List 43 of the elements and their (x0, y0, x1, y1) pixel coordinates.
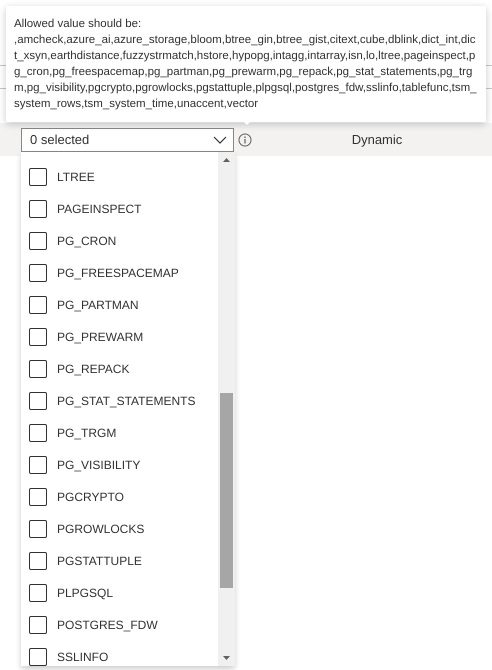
type-cell-text: Dynamic (350, 132, 404, 147)
scroll-down-icon[interactable] (223, 656, 230, 660)
option-item[interactable]: PG_PARTMAN (21, 289, 218, 321)
option-item[interactable]: LTREE (21, 161, 218, 193)
checkbox[interactable] (29, 520, 47, 538)
checkbox[interactable] (29, 296, 47, 314)
checkbox[interactable] (29, 616, 47, 634)
checkbox[interactable] (29, 648, 47, 666)
scroll-up-icon[interactable] (223, 158, 230, 162)
option-item[interactable]: SSLINFO (21, 641, 218, 666)
tooltip-text: ,amcheck,azure_ai,azure_storage,bloom,btree_gin,btree_gist,citext,cube,dblink,dict_int,dict_xsyn,earthdistance,fuzzystrmatch,hstore,hypopg,intagg,intarray,isn,lo,ltree,pageinspect,pg_cron,pg_freespacemap,pg_partman,pg_prewarm,pg_repack,pg_stat_statements,pg_trgm,pg_visibility,pgcrypto,pgrowlocks,pgstattuple,plpgsql,postgres_fdw,sslinfo,tablefunc,tsm_system_rows,tsm_system_time,unaccent,vector (14, 33, 477, 112)
tooltip-title: Allowed value should be: (14, 17, 142, 32)
dropdown-value: 0 selected (30, 132, 90, 147)
checkbox[interactable] (29, 456, 47, 474)
scrollbar[interactable] (218, 152, 235, 666)
checkbox[interactable] (29, 584, 47, 602)
option-item[interactable]: PGCRYPTO (21, 481, 218, 513)
checkbox[interactable] (29, 360, 47, 378)
option-item[interactable]: PG_TRGM (21, 417, 218, 449)
scrollbar-thumb[interactable] (220, 393, 233, 588)
chevron-down-icon (213, 136, 227, 144)
checkbox[interactable] (29, 232, 47, 250)
option-item[interactable]: POSTGRES_FDW (21, 609, 218, 641)
checkbox[interactable] (29, 264, 47, 282)
option-item[interactable]: PGSTATTUPLE (21, 545, 218, 577)
option-item[interactable]: PG_PREWARM (21, 321, 218, 353)
option-item[interactable]: PGROWLOCKS (21, 513, 218, 545)
checkbox[interactable] (29, 424, 47, 442)
option-item[interactable]: PG_CRON (21, 225, 218, 257)
option-item[interactable]: PLPGSQL (21, 577, 218, 609)
checkbox[interactable] (29, 488, 47, 506)
option-item[interactable]: PG_STAT_STATEMENTS (21, 385, 218, 417)
checkbox[interactable] (29, 552, 47, 570)
checkbox[interactable] (29, 200, 47, 218)
option-item[interactable]: PG_REPACK (21, 353, 218, 385)
checkbox[interactable] (29, 168, 47, 186)
option-item[interactable]: PAGEINSPECT (21, 193, 218, 225)
info-icon[interactable] (238, 132, 252, 146)
extensions-dropdown[interactable]: 0 selected (21, 128, 234, 152)
option-item[interactable]: PG_FREESPACEMAP (21, 257, 218, 289)
checkbox[interactable] (29, 392, 47, 410)
checkbox[interactable] (29, 328, 47, 346)
option-item[interactable]: PG_VISIBILITY (21, 449, 218, 481)
